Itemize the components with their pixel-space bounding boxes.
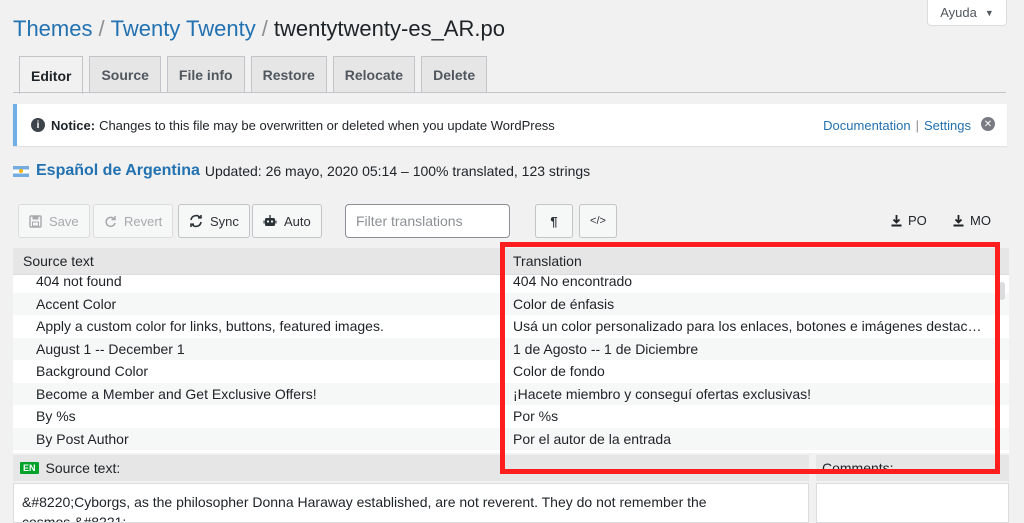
code-view-toggle-button[interactable]: </> <box>579 204 617 238</box>
source-cell: Become a Member and Get Exclusive Offers… <box>36 385 317 402</box>
sync-icon <box>190 214 202 228</box>
sync-button[interactable]: Sync <box>178 204 250 238</box>
source-cell: Background Color <box>36 363 149 380</box>
tab-editor[interactable]: Editor <box>19 56 84 94</box>
breadcrumb-separator: / <box>261 16 268 41</box>
argentina-flag-icon <box>13 165 29 177</box>
table-row[interactable]: Accent Color Color de énfasis <box>13 292 1009 315</box>
auto-label: Auto <box>284 213 311 229</box>
revert-icon <box>105 215 116 227</box>
code-icon: </> <box>590 215 606 227</box>
tab-delete[interactable]: Delete <box>421 56 488 92</box>
help-dropdown-button[interactable]: Ayuda ▼ <box>927 0 1007 26</box>
revert-label: Revert <box>124 213 163 229</box>
tab-relocate[interactable]: Relocate <box>332 56 416 92</box>
locale-status: Updated: 26 mayo, 2020 05:14 – 100% tran… <box>204 163 591 179</box>
breadcrumb-themes-link[interactable]: Themes <box>13 16 92 41</box>
translations-grid: 404 not found 404 No encontrado Accent Co… <box>13 248 1009 453</box>
notice-strong: Notice: <box>51 117 96 133</box>
download-mo-button[interactable]: MO <box>953 213 991 228</box>
documentation-link[interactable]: Documentation <box>823 118 910 133</box>
revert-button[interactable]: Revert <box>93 204 174 238</box>
editor-tabs: Editor Source File info Restore Relocate… <box>19 56 488 94</box>
filter-translations-input[interactable] <box>345 204 510 238</box>
sync-label: Sync <box>210 213 239 229</box>
locale-name-link[interactable]: Español de Argentina <box>36 162 200 180</box>
translation-cell: Color de fondo <box>513 363 605 379</box>
source-cell: Apply a custom color for links, buttons,… <box>36 318 384 335</box>
comments-label: Comments: <box>822 460 894 476</box>
settings-link[interactable]: Settings <box>924 118 971 133</box>
comments-textarea[interactable] <box>816 483 1009 523</box>
source-cell: By %s <box>36 408 76 425</box>
translation-column-header[interactable]: Translation <box>503 248 582 274</box>
comments-panel-header: Comments: <box>816 455 1009 481</box>
notice-text: Changes to this file may be overwritten … <box>99 117 555 133</box>
tab-file-info[interactable]: File info <box>166 56 245 92</box>
download-icon <box>891 214 902 226</box>
tabs-divider <box>13 92 1006 93</box>
auto-translate-button[interactable]: Auto <box>252 204 322 238</box>
po-label: PO <box>908 213 927 228</box>
translation-cell: ¡Hacete miembro y conseguí ofertas exclu… <box>513 385 812 402</box>
download-po-button[interactable]: PO <box>891 213 927 228</box>
table-row[interactable]: Background Color Color de fondo <box>13 360 1009 383</box>
page-title: Themes / Twenty Twenty / twentytwenty-es_AR.… <box>13 16 505 42</box>
table-row[interactable]: By %s Por %s <box>13 405 1009 428</box>
table-row[interactable]: August 1 -- December 1 1 de Agosto -- 1 d… <box>13 337 1009 360</box>
english-flag-badge: EN <box>20 462 39 474</box>
help-label: Ayuda <box>940 5 977 20</box>
grid-scrollbar[interactable] <box>999 282 1005 300</box>
download-icon <box>953 214 964 226</box>
table-row[interactable]: Become a Member and Get Exclusive Offers… <box>13 382 1009 405</box>
translation-cell: Por el autor de la entrada <box>513 430 671 447</box>
source-column-header[interactable]: Source text <box>13 248 503 274</box>
caret-down-icon: ▼ <box>984 7 994 18</box>
source-cell: By Post Author <box>36 430 129 447</box>
save-icon <box>29 214 42 228</box>
robot-icon <box>263 215 277 226</box>
dismiss-notice-icon[interactable]: ✕ <box>981 117 995 131</box>
grid-header: Source text Translation <box>13 248 1009 275</box>
breadcrumb-separator: / <box>98 16 105 41</box>
table-row[interactable]: By Post Author Por el autor de la entrada <box>13 427 1009 450</box>
tab-source[interactable]: Source <box>89 56 161 92</box>
translation-cell: 1 de Agosto -- 1 de Diciembre <box>513 340 699 357</box>
editor-toolbar: Save Revert Sync Auto ¶ </> PO MO <box>13 202 1009 244</box>
notice-banner: i Notice: Changes to this file may be ov… <box>13 104 1007 146</box>
source-cell: Accent Color <box>36 295 117 312</box>
source-cell: August 1 -- December 1 <box>36 340 185 357</box>
locale-heading: Español de Argentina Updated: 26 mayo, 2… <box>13 162 590 180</box>
save-label: Save <box>49 213 79 229</box>
source-text-label: Source text: <box>45 460 121 476</box>
source-text-viewer: &#8220;Cyborgs, as the philosopher Donna… <box>13 483 809 523</box>
link-separator: | <box>915 117 920 133</box>
translation-cell: Color de énfasis <box>513 295 615 312</box>
pilcrow-icon: ¶ <box>550 213 558 229</box>
invisibles-toggle-button[interactable]: ¶ <box>535 204 573 238</box>
mo-label: MO <box>970 213 991 228</box>
translation-cell: Usá un color personalizado para los enla… <box>513 318 989 334</box>
table-row[interactable]: Apply a custom color for links, buttons,… <box>13 315 1009 338</box>
info-icon: i <box>31 118 45 132</box>
translation-cell: Por %s <box>513 408 559 424</box>
source-text-panel-header: EN Source text: <box>13 455 809 481</box>
translations-list: 404 not found 404 No encontrado Accent Co… <box>13 270 1009 450</box>
save-button[interactable]: Save <box>18 204 90 238</box>
tab-restore[interactable]: Restore <box>250 56 327 92</box>
notice-links: Documentation | Settings <box>823 118 971 133</box>
breadcrumb-file-name: twentytwenty-es_AR.po <box>273 16 505 41</box>
breadcrumb-theme-link[interactable]: Twenty Twenty <box>111 16 256 41</box>
